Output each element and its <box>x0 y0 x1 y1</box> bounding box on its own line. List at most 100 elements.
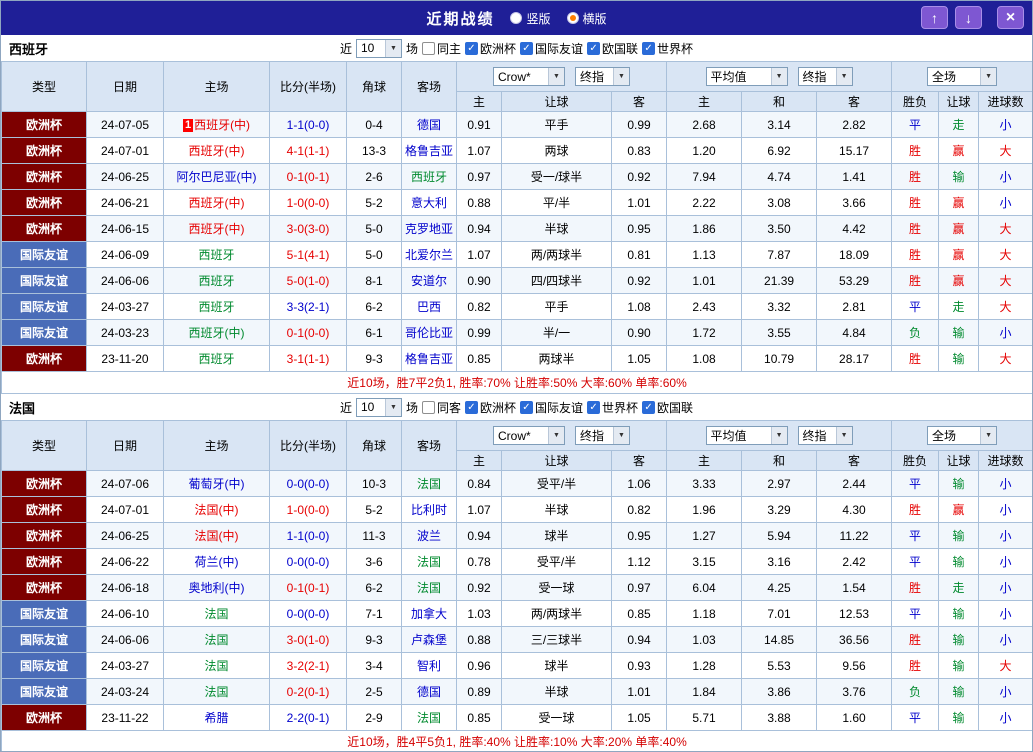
col-header-avg-away: 客 <box>816 450 893 471</box>
league-checkbox-nations[interactable]: 欧国联 <box>587 40 638 57</box>
same-home-checkbox[interactable]: 同主 <box>421 40 461 57</box>
odds-handicap: 受一球 <box>501 574 612 601</box>
home-team-link[interactable]: 西班牙 <box>198 274 234 288</box>
average-select[interactable]: 平均值 ▼ <box>705 67 788 86</box>
away-team-cell: 安道尔 <box>401 267 457 294</box>
away-team-link[interactable]: 智利 <box>417 659 441 673</box>
competition-type: 国际友谊 <box>1 319 87 346</box>
league-checkbox-euro[interactable]: 欧洲杯 <box>464 40 516 57</box>
col-header-home: 主场 <box>163 61 270 112</box>
home-team-cell: 法国(中) <box>163 522 270 549</box>
home-team-link[interactable]: 法国 <box>204 633 228 647</box>
radio-vertical-layout[interactable]: 竖版 <box>510 10 551 27</box>
home-team-link[interactable]: 奥地利(中) <box>189 581 245 595</box>
odds-handicap: 受一/球半 <box>501 163 612 190</box>
home-team-link[interactable]: 法国 <box>204 685 228 699</box>
home-team-cell: 葡萄牙(中) <box>163 470 270 497</box>
odds-company-select[interactable]: Crow* ▼ <box>493 67 566 86</box>
away-team-link[interactable]: 格鲁吉亚 <box>405 144 453 158</box>
chevron-down-icon: ▼ <box>770 68 787 85</box>
away-team-link[interactable]: 克罗地亚 <box>405 222 453 236</box>
away-team-link[interactable]: 加拿大 <box>411 607 447 621</box>
home-team-link[interactable]: 法国(中) <box>195 503 239 517</box>
result-handicap: 输 <box>938 626 980 653</box>
fulltime-select[interactable]: 全场 ▼ <box>927 67 998 86</box>
home-team-link[interactable]: 西班牙 <box>198 300 234 314</box>
avg-away: 3.66 <box>816 189 893 216</box>
home-team-link[interactable]: 阿尔巴尼亚(中) <box>177 170 257 184</box>
checkbox-icon[interactable] <box>520 400 533 414</box>
away-team-link[interactable]: 安道尔 <box>411 274 447 288</box>
col-header-home: 主场 <box>163 420 270 471</box>
checkbox-icon[interactable] <box>464 400 478 414</box>
checkbox-icon[interactable] <box>520 41 533 55</box>
checkbox-icon[interactable] <box>642 400 656 414</box>
league-checkbox-worldcup[interactable]: 世界杯 <box>642 40 693 57</box>
home-team-link[interactable]: 西班牙(中) <box>189 196 245 210</box>
corner-score: 3-4 <box>346 652 402 679</box>
radio-icon[interactable] <box>510 12 523 24</box>
odds-company-select[interactable]: Crow* ▼ <box>493 426 566 445</box>
away-team-link[interactable]: 卢森堡 <box>411 633 447 647</box>
move-down-button[interactable]: ↓ <box>955 6 982 29</box>
away-team-link[interactable]: 西班牙 <box>411 170 447 184</box>
away-team-link[interactable]: 法国 <box>417 711 441 725</box>
average-select[interactable]: 平均值 ▼ <box>705 426 788 445</box>
away-team-link[interactable]: 哥伦比亚 <box>405 326 453 340</box>
result-outcome: 平 <box>891 293 940 320</box>
away-team-link[interactable]: 德国 <box>417 118 441 132</box>
home-team-link[interactable]: 荷兰(中) <box>195 555 239 569</box>
filter-row: 西班牙 近 10 ▼ 场 同主 欧洲杯 国际友谊 <box>1 35 1032 61</box>
fulltime-select[interactable]: 全场 ▼ <box>927 426 998 445</box>
checkbox-icon[interactable] <box>464 41 478 55</box>
match-date: 24-06-15 <box>86 215 164 242</box>
close-button[interactable]: × <box>997 6 1024 29</box>
away-team-link[interactable]: 法国 <box>417 555 441 569</box>
checkbox-icon[interactable] <box>421 41 435 55</box>
league-checkbox-nations[interactable]: 欧国联 <box>642 399 693 416</box>
move-up-button[interactable]: ↑ <box>921 6 948 29</box>
home-team-link[interactable]: 西班牙(中) <box>189 326 245 340</box>
radio-horizontal-layout[interactable]: 横版 <box>566 10 607 27</box>
match-count-select[interactable]: 10 ▼ <box>355 38 402 58</box>
match-row: 国际友谊 24-06-09 西班牙 5-1(4-1) 5-0 北爱尔兰 1.07 两/两球半 0… <box>1 241 1032 268</box>
radio-horizontal-label: 横版 <box>582 11 607 26</box>
home-team-link[interactable]: 法国 <box>204 607 228 621</box>
away-team-link[interactable]: 巴西 <box>417 300 441 314</box>
average-final-select[interactable]: 终指 ▼ <box>797 426 853 445</box>
home-team-link[interactable]: 法国 <box>204 659 228 673</box>
home-team-link[interactable]: 法国(中) <box>195 529 239 543</box>
league-checkbox-euro[interactable]: 欧洲杯 <box>464 399 516 416</box>
result-goals: 大 <box>978 137 1032 164</box>
home-team-link[interactable]: 西班牙 <box>198 352 234 366</box>
home-team-link[interactable]: 西班牙(中) <box>194 118 250 132</box>
home-team-link[interactable]: 西班牙(中) <box>189 222 245 236</box>
checkbox-icon[interactable] <box>587 41 601 55</box>
average-final-select[interactable]: 终指 ▼ <box>797 67 853 86</box>
league-checkbox-worldcup[interactable]: 世界杯 <box>587 399 638 416</box>
away-team-link[interactable]: 北爱尔兰 <box>405 248 453 262</box>
league-checkbox-friendly[interactable]: 国际友谊 <box>520 40 583 57</box>
league-checkbox-friendly[interactable]: 国际友谊 <box>520 399 583 416</box>
match-count-select[interactable]: 10 ▼ <box>355 397 402 417</box>
competition-type: 国际友谊 <box>1 678 87 705</box>
radio-icon[interactable] <box>566 12 579 24</box>
checkbox-icon[interactable] <box>587 400 601 414</box>
odds-away: 0.95 <box>610 522 668 549</box>
home-team-link[interactable]: 葡萄牙(中) <box>189 477 245 491</box>
away-team-link[interactable]: 德国 <box>417 685 441 699</box>
home-team-link[interactable]: 西班牙 <box>198 248 234 262</box>
away-team-link[interactable]: 比利时 <box>411 503 447 517</box>
away-team-link[interactable]: 格鲁吉亚 <box>405 352 453 366</box>
home-team-link[interactable]: 西班牙(中) <box>189 144 245 158</box>
away-team-link[interactable]: 波兰 <box>417 529 441 543</box>
checkbox-icon[interactable] <box>421 400 435 414</box>
odds-final-select[interactable]: 终指 ▼ <box>575 67 631 86</box>
odds-final-select[interactable]: 终指 ▼ <box>575 426 631 445</box>
home-team-link[interactable]: 希腊 <box>204 711 228 725</box>
same-away-checkbox[interactable]: 同客 <box>421 399 461 416</box>
checkbox-icon[interactable] <box>642 41 656 55</box>
away-team-link[interactable]: 法国 <box>417 581 441 595</box>
away-team-link[interactable]: 法国 <box>417 477 441 491</box>
away-team-link[interactable]: 意大利 <box>411 196 447 210</box>
